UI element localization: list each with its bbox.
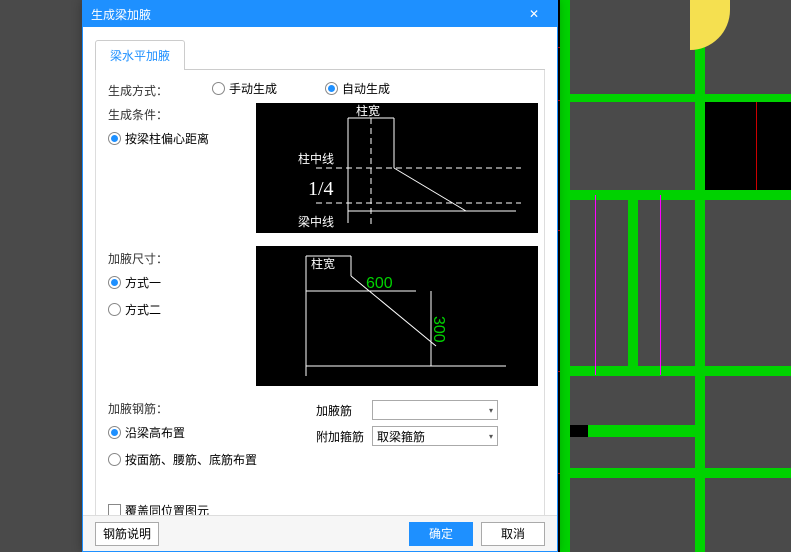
diag2-300: 300 xyxy=(430,316,447,343)
generate-beam-haunch-dialog: 生成梁加腋 ✕ 梁水平加腋 生成方式： 手动生成 自动生成 xyxy=(82,0,558,552)
radio-by-offset[interactable]: 按梁柱偏心距离 xyxy=(108,130,209,147)
radio-icon xyxy=(325,82,338,95)
radio-label: 沿梁高布置 xyxy=(125,424,185,441)
radio-icon xyxy=(108,453,121,466)
radio-rebar-by-face[interactable]: 按面筋、腰筋、底筋布置 xyxy=(108,451,257,468)
haunch-bar-label: 加腋筋 xyxy=(316,402,366,419)
gen-method-row: 生成方式： 手动生成 自动生成 xyxy=(108,80,532,99)
extra-stirrup-combo[interactable]: 取梁箍筋 ▾ xyxy=(372,426,498,446)
radio-label: 按面筋、腰筋、底筋布置 xyxy=(125,451,257,468)
diag1-col-width: 柱宽 xyxy=(356,103,380,118)
haunch-bar-row: 加腋筋 ▾ xyxy=(316,400,498,420)
radio-label: 自动生成 xyxy=(342,80,390,97)
btn-label: 确定 xyxy=(429,525,453,542)
radio-auto[interactable]: 自动生成 xyxy=(325,80,390,97)
radio-label: 方式一 xyxy=(125,274,161,291)
rebar-help-button[interactable]: 钢筋说明 xyxy=(95,522,159,546)
extra-stirrup-row: 附加箍筋 取梁箍筋 ▾ xyxy=(316,426,498,446)
chevron-down-icon: ▾ xyxy=(489,406,493,415)
extra-stirrup-label: 附加箍筋 xyxy=(316,428,366,445)
combo-value: 取梁箍筋 xyxy=(377,428,425,445)
radio-size-1[interactable]: 方式一 xyxy=(108,274,161,291)
haunch-bar-combo[interactable]: ▾ xyxy=(372,400,498,420)
radio-manual[interactable]: 手动生成 xyxy=(212,80,277,97)
btn-label: 钢筋说明 xyxy=(103,525,151,542)
radio-icon xyxy=(108,132,121,145)
close-icon[interactable]: ✕ xyxy=(519,7,549,21)
cancel-button[interactable]: 取消 xyxy=(481,522,545,546)
gen-cond-label: 生成条件： xyxy=(108,106,168,123)
chevron-down-icon: ▾ xyxy=(489,432,493,441)
diag2-col-width: 柱宽 xyxy=(311,256,335,271)
radio-icon xyxy=(212,82,225,95)
radio-icon xyxy=(108,303,121,316)
tab-panel: 生成方式： 手动生成 自动生成 生成条件： 按梁柱偏心距离 xyxy=(95,70,545,548)
diagram-size: 柱宽 600 300 xyxy=(256,246,538,386)
radio-rebar-along-height[interactable]: 沿梁高布置 xyxy=(108,424,257,441)
gen-method-label: 生成方式： xyxy=(108,80,208,99)
tab-horizontal-haunch[interactable]: 梁水平加腋 xyxy=(95,40,185,70)
button-bar: 钢筋说明 确定 取消 xyxy=(83,515,557,551)
diag2-600: 600 xyxy=(366,275,393,292)
dialog-title: 生成梁加腋 xyxy=(91,6,519,23)
diag1-fraction: 1/4 xyxy=(308,178,334,200)
diag1-beam-center: 梁中线 xyxy=(298,214,334,229)
radio-label: 按梁柱偏心距离 xyxy=(125,130,209,147)
radio-label: 手动生成 xyxy=(229,80,277,97)
diag1-col-center: 柱中线 xyxy=(298,151,334,166)
gen-method-group: 手动生成 自动生成 xyxy=(212,80,390,97)
tab-strip: 梁水平加腋 xyxy=(95,39,545,70)
radio-size-2[interactable]: 方式二 xyxy=(108,301,161,318)
radio-icon xyxy=(108,276,121,289)
size-label: 加腋尺寸： xyxy=(108,250,168,267)
ok-button[interactable]: 确定 xyxy=(409,522,473,546)
radio-label: 方式二 xyxy=(125,301,161,318)
titlebar: 生成梁加腋 ✕ xyxy=(83,1,557,27)
rebar-label: 加腋钢筋： xyxy=(108,400,168,417)
dialog-content: 梁水平加腋 生成方式： 手动生成 自动生成 生成条件： xyxy=(83,27,557,548)
diagram-offset: 柱宽 柱中线 梁中线 1/4 xyxy=(256,103,538,233)
radio-icon xyxy=(108,426,121,439)
btn-label: 取消 xyxy=(501,525,525,542)
